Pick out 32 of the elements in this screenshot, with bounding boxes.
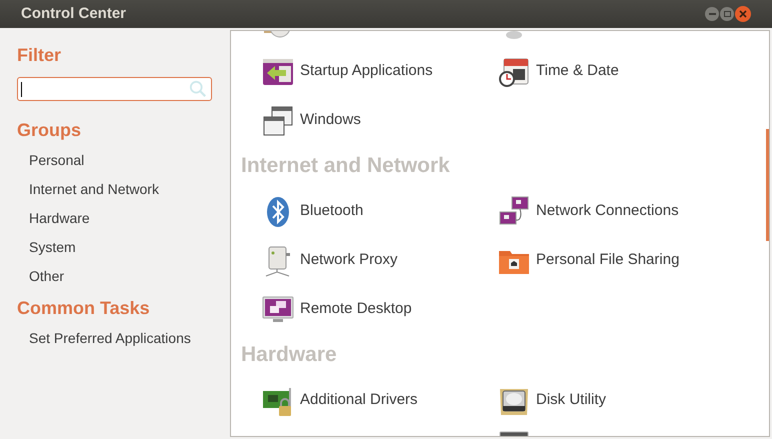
settings-item-label[interactable]: Startup Applications: [300, 60, 433, 83]
settings-item-label[interactable]: Personal File Sharing: [536, 249, 680, 272]
settings-item-label[interactable]: Remote Desktop: [300, 298, 412, 321]
windows-icon: [262, 104, 294, 136]
minimize-button[interactable]: [705, 7, 719, 21]
settings-item-label[interactable]: Time & Date: [536, 60, 619, 83]
section-heading: Hardware: [241, 342, 337, 368]
filter-heading: Filter: [17, 44, 62, 67]
group-link[interactable]: Internet and Network: [29, 180, 230, 209]
settings-item-label[interactable]: Additional Drivers: [300, 389, 418, 412]
group-link[interactable]: System: [29, 238, 230, 267]
search-icon: [188, 80, 208, 98]
group-link[interactable]: Personal: [29, 151, 230, 180]
close-button[interactable]: [735, 6, 751, 22]
window-title: Control Center: [21, 4, 126, 24]
group-link[interactable]: Hardware: [29, 209, 230, 238]
section-heading: Internet and Network: [241, 153, 450, 180]
groups-heading: Groups: [17, 119, 82, 142]
tasks-heading: Common Tasks: [17, 297, 151, 320]
calendar-clock-icon: [498, 56, 530, 88]
group-link[interactable]: Other: [29, 267, 230, 296]
maximize-button[interactable]: [720, 7, 734, 21]
settings-item-label[interactable]: Disk Utility: [536, 389, 606, 412]
filter-field[interactable]: [17, 77, 212, 101]
settings-item-label[interactable]: Bluetooth: [300, 200, 364, 223]
settings-item-label[interactable]: Windows: [300, 109, 361, 132]
settings-item-label[interactable]: Network Proxy: [300, 249, 398, 272]
task-link[interactable]: Set Preferred Applications: [29, 329, 230, 358]
settings-item-label[interactable]: Network Connections: [536, 200, 679, 223]
network-computers-icon: [498, 196, 530, 228]
close-icon: [739, 10, 747, 18]
scrollbar[interactable]: [766, 129, 769, 241]
